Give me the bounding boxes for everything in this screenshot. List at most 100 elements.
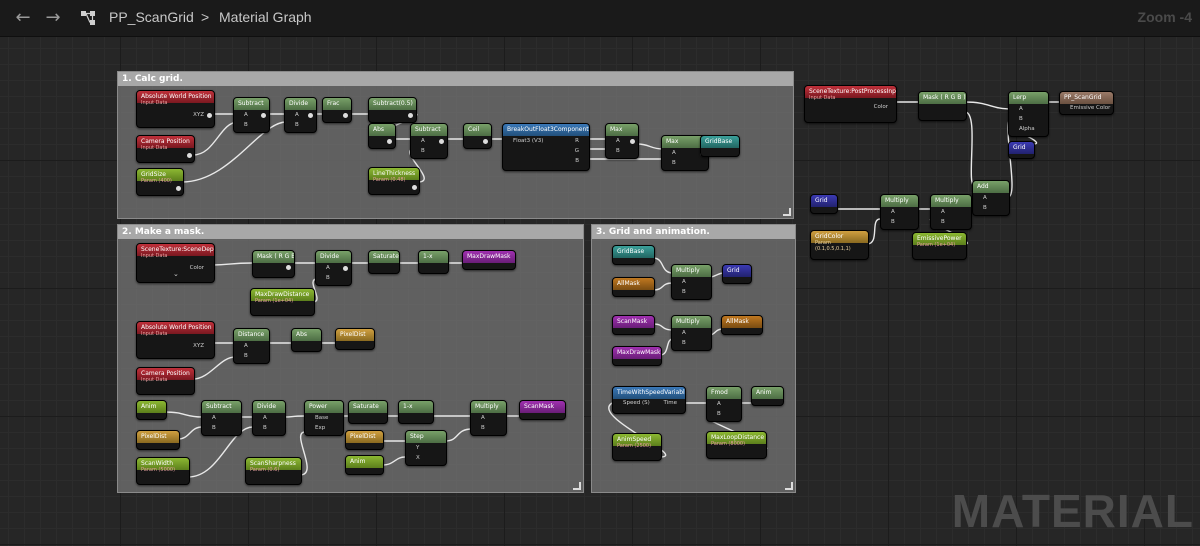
node-scanmask-named-reroute[interactable]: ScanMask: [519, 400, 566, 420]
node-subtract[interactable]: Subtract A B: [233, 97, 270, 133]
node-anim-reroute-2[interactable]: Anim: [345, 455, 384, 475]
node-saturate-2[interactable]: Saturate: [348, 400, 388, 424]
node-title: AllMask: [613, 278, 654, 290]
node-multiply-3[interactable]: Multiply A B: [671, 315, 712, 351]
node-pixeldist-named-reroute[interactable]: PixelDist: [335, 328, 375, 350]
node-scanmask-reroute[interactable]: ScanMask: [612, 315, 655, 335]
node-one-minus[interactable]: 1-x: [418, 250, 449, 274]
node-maxdrawmask-named-reroute[interactable]: MaxDrawMask: [462, 250, 516, 270]
node-subtract-2[interactable]: Subtract A B: [410, 123, 448, 159]
node-title: Divide: [316, 251, 351, 263]
node-saturate[interactable]: Saturate: [368, 250, 400, 274]
node-camera-position-2[interactable]: Camera Position Input Data: [136, 367, 195, 395]
node-gridcolor-param[interactable]: GridColor Param (0.1,0.5,0.1,1): [810, 230, 869, 260]
output-pin[interactable]: [412, 185, 417, 190]
graph-icon: [80, 10, 96, 26]
node-scenetexture-postprocessinput0[interactable]: SceneTexture:PostProcessInput0 Input Dat…: [804, 85, 897, 123]
node-subtract-3[interactable]: Subtract A B: [201, 400, 242, 436]
node-ceil[interactable]: Ceil: [463, 123, 492, 149]
node-grid-reroute-2[interactable]: Grid: [810, 194, 838, 214]
node-title: ScanMask: [520, 401, 565, 413]
output-pin[interactable]: [483, 139, 488, 144]
node-multiply-4[interactable]: Multiply A B: [880, 194, 919, 230]
node-mask-rgb-2[interactable]: Mask ( R G B ): [918, 91, 967, 121]
node-distance[interactable]: Distance A B: [233, 328, 270, 364]
chevron-down-icon[interactable]: ⌄: [173, 270, 179, 278]
node-grid-reroute[interactable]: Grid: [1008, 141, 1035, 159]
node-absolute-world-position[interactable]: Absolute World Position Input Data XYZ: [136, 90, 215, 128]
node-pixeldist-reroute-2[interactable]: PixelDist: [345, 430, 384, 450]
node-emissivepower-param[interactable]: EmissivePower Param (1e+04): [912, 232, 967, 260]
output-pin[interactable]: [343, 266, 348, 271]
node-abs-2[interactable]: Abs: [291, 328, 322, 352]
breadcrumb-asset[interactable]: PP_ScanGrid: [109, 9, 194, 25]
node-subtract-half[interactable]: Subtract(0.5): [368, 97, 417, 123]
node-title: Anim: [137, 401, 166, 413]
node-title: Anim: [346, 456, 383, 468]
material-graph-canvas[interactable]: 1. Calc grid. 2. Make a mask. 3. Grid an…: [0, 37, 1200, 546]
node-divide-2[interactable]: Divide A B: [315, 250, 352, 286]
output-pin[interactable]: [630, 139, 635, 144]
node-allmask-reroute[interactable]: AllMask: [612, 277, 655, 297]
pin-b: B: [244, 353, 248, 359]
node-mask-rgb[interactable]: Mask ( R G B ): [252, 250, 295, 278]
node-power[interactable]: Power Base Exp: [304, 400, 344, 436]
node-scanwidth-param[interactable]: ScanWidth Param (5000): [136, 457, 190, 485]
node-title: TimeWithSpeedVariable: [613, 387, 685, 399]
node-camera-position[interactable]: Camera Position Input Data: [136, 135, 195, 163]
node-divide-3[interactable]: Divide A B: [252, 400, 286, 436]
breadcrumb-graph[interactable]: Material Graph: [219, 9, 312, 25]
arrow-left-icon[interactable]: ←: [12, 8, 34, 28]
node-title: MaxDrawMask: [463, 251, 515, 263]
output-pin[interactable]: [308, 113, 313, 118]
node-maxdrawmask-reroute[interactable]: MaxDrawMask: [612, 346, 662, 366]
node-time-with-speed-variable[interactable]: TimeWithSpeedVariable Speed (S) Time: [612, 386, 686, 414]
node-multiply[interactable]: Multiply A B: [470, 400, 507, 436]
node-add[interactable]: Add A B: [972, 180, 1010, 216]
node-lerp[interactable]: Lerp A B Alpha: [1008, 91, 1049, 137]
output-pin[interactable]: [439, 139, 444, 144]
node-maxloopdistance-param[interactable]: MaxLoopDistance Param (8000): [706, 431, 767, 459]
node-animspeed-param[interactable]: AnimSpeed Param (2500): [612, 433, 662, 461]
node-frac[interactable]: Frac: [322, 97, 352, 123]
node-allmask-named-reroute[interactable]: AllMask: [721, 315, 763, 335]
node-linethickness-param[interactable]: LineThickness Param (0.48): [368, 167, 420, 195]
output-pin[interactable]: [408, 113, 413, 118]
arrow-right-icon[interactable]: →: [42, 8, 64, 28]
output-pin-label: XYZ: [193, 112, 204, 118]
node-gridsize-param[interactable]: GridSize Param (400): [136, 168, 184, 196]
node-multiply-5[interactable]: Multiply A B: [930, 194, 972, 230]
output-pin[interactable]: [286, 265, 291, 270]
output-pin[interactable]: [387, 139, 392, 144]
pin-y: Y: [416, 445, 420, 451]
node-gridbase-named-reroute[interactable]: GridBase: [700, 135, 740, 157]
node-title: GridBase: [701, 136, 739, 148]
pin-b: B: [682, 340, 686, 346]
node-step[interactable]: Step Y X: [405, 430, 447, 466]
output-b: B: [575, 158, 579, 164]
output-pin[interactable]: [176, 186, 181, 191]
node-anim-reroute[interactable]: Anim: [136, 400, 167, 420]
node-divide[interactable]: Divide A B: [284, 97, 317, 133]
node-max[interactable]: Max A B: [605, 123, 639, 159]
node-absolute-world-position-2[interactable]: Absolute World Position Input Data XYZ: [136, 321, 215, 359]
node-scansharpness-param[interactable]: ScanSharpness Param (0.6): [245, 457, 302, 485]
node-breakout-float3[interactable]: BreakOutFloat3Components Float3 (V3) R G…: [502, 123, 590, 171]
node-gridbase-reroute[interactable]: GridBase: [612, 245, 655, 265]
output-pin[interactable]: [343, 113, 348, 118]
node-title: Distance: [234, 329, 269, 341]
node-scenetexture-scenedepth[interactable]: SceneTexture:SceneDepth Input Data Color…: [136, 243, 215, 283]
node-pp-scangrid-output[interactable]: PP_ScanGrid Emissive Color: [1059, 91, 1114, 115]
node-anim-named-reroute[interactable]: Anim: [751, 386, 784, 406]
node-maxdrawdistance-param[interactable]: MaxDrawDistance Param (1e+04): [250, 288, 315, 316]
node-one-minus-2[interactable]: 1-x: [398, 400, 434, 424]
output-pin[interactable]: [207, 113, 212, 118]
output-pin[interactable]: [187, 153, 192, 158]
node-fmod[interactable]: Fmod A B: [706, 386, 742, 422]
output-pin[interactable]: [261, 113, 266, 118]
node-abs[interactable]: Abs: [368, 123, 396, 149]
node-grid-named-reroute[interactable]: Grid: [722, 264, 752, 284]
pin-a: A: [891, 209, 895, 215]
node-multiply-2[interactable]: Multiply A B: [671, 264, 712, 300]
node-pixeldist-reroute[interactable]: PixelDist: [136, 430, 180, 450]
